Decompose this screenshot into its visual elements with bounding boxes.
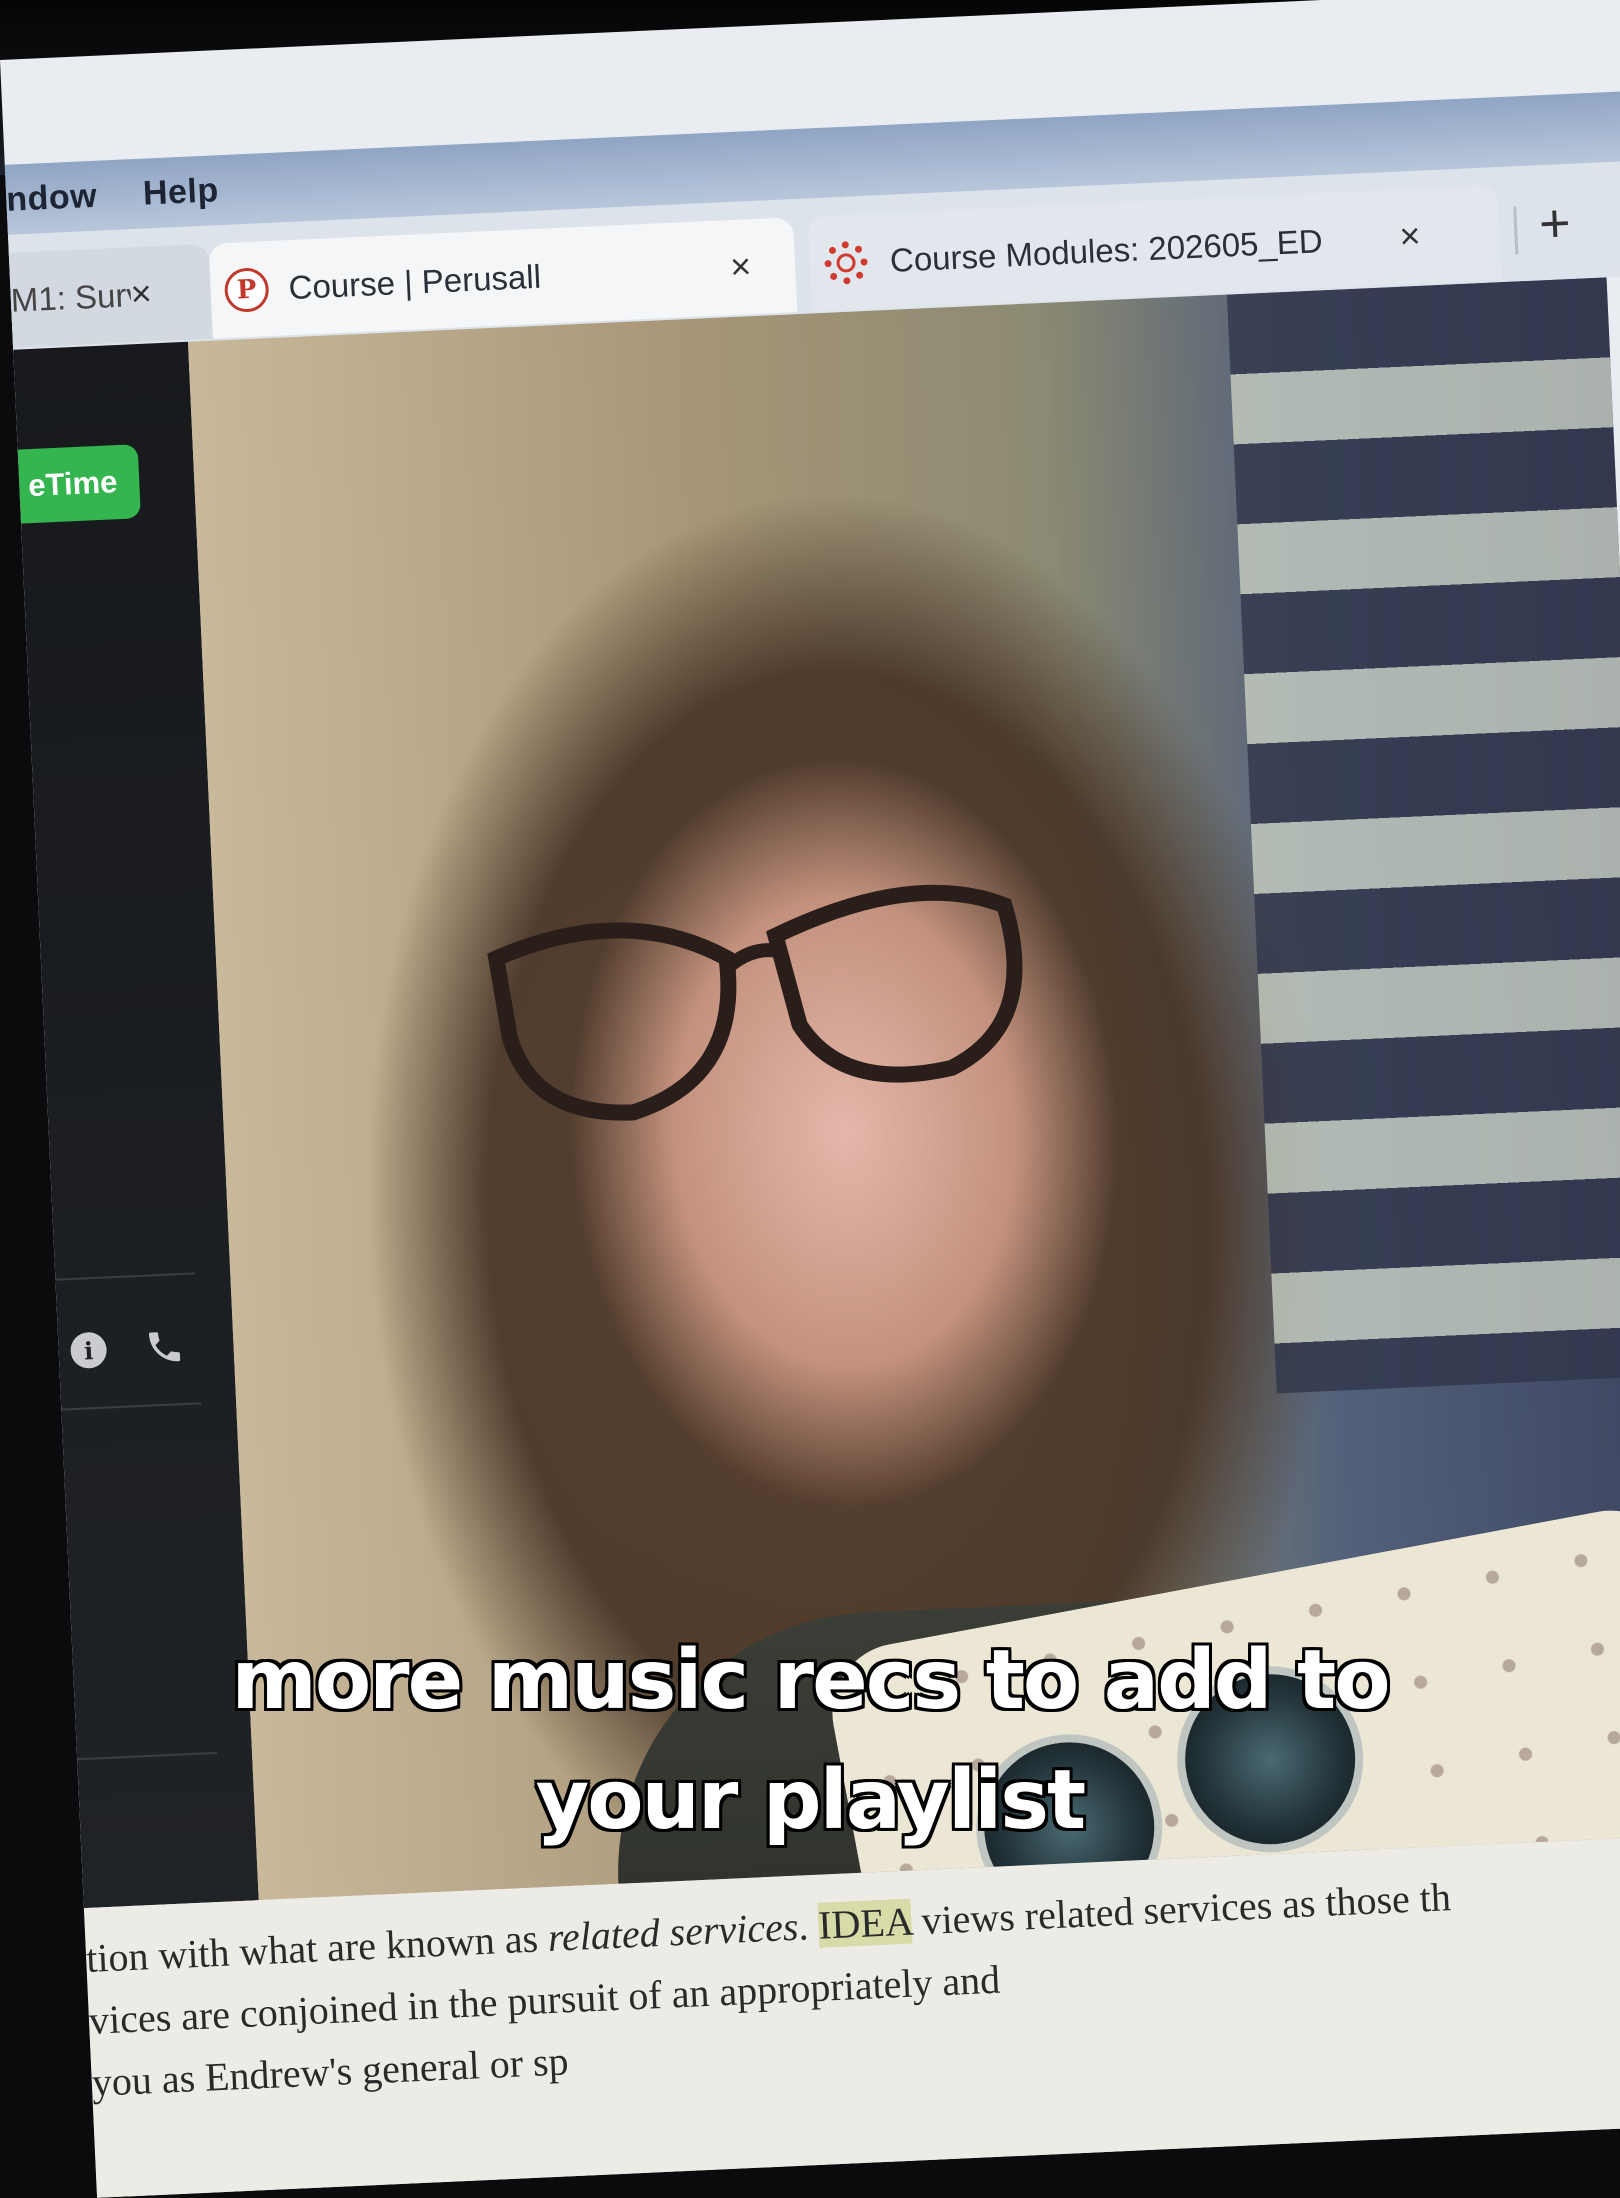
close-icon[interactable]: × <box>1399 215 1422 258</box>
menu-window[interactable]: ndow <box>5 176 97 219</box>
menu-help[interactable]: Help <box>142 171 219 213</box>
info-icon[interactable]: i <box>69 1331 108 1370</box>
facetime-button[interactable]: eTime <box>0 444 141 526</box>
tab-divider <box>1513 206 1519 255</box>
caption-line-1: more music recs to add to <box>231 1633 1390 1728</box>
divider <box>61 1402 202 1411</box>
background-shelves <box>1226 277 1620 1394</box>
tab-m1-survey[interactable]: M1: Surv × <box>0 243 213 350</box>
new-tab-button[interactable]: + <box>1538 192 1572 255</box>
phone-icon[interactable] <box>144 1326 186 1368</box>
highlighted-text[interactable]: IDEA <box>817 1898 913 1948</box>
divider <box>55 1272 196 1281</box>
text-run: . <box>797 1902 820 1949</box>
perusall-logo-icon: P <box>223 266 270 313</box>
close-icon[interactable]: × <box>130 272 153 315</box>
tab-label: Course | Perusall <box>287 257 542 306</box>
text-run: tion with what are known as <box>85 1915 549 1982</box>
caption-line-2: your playlist <box>535 1753 1086 1848</box>
tab-label: Course Modules: 202605_ED <box>889 221 1324 279</box>
close-icon[interactable]: × <box>729 245 752 288</box>
text-run-italic: related services <box>546 1903 800 1961</box>
screen: ndow Help M1: Surv × P Course | Perusall… <box>0 0 1620 2198</box>
glasses-graphic <box>487 884 1023 1121</box>
tab-label: M1: Surv <box>10 275 132 319</box>
canvas-logo-icon <box>823 239 869 285</box>
